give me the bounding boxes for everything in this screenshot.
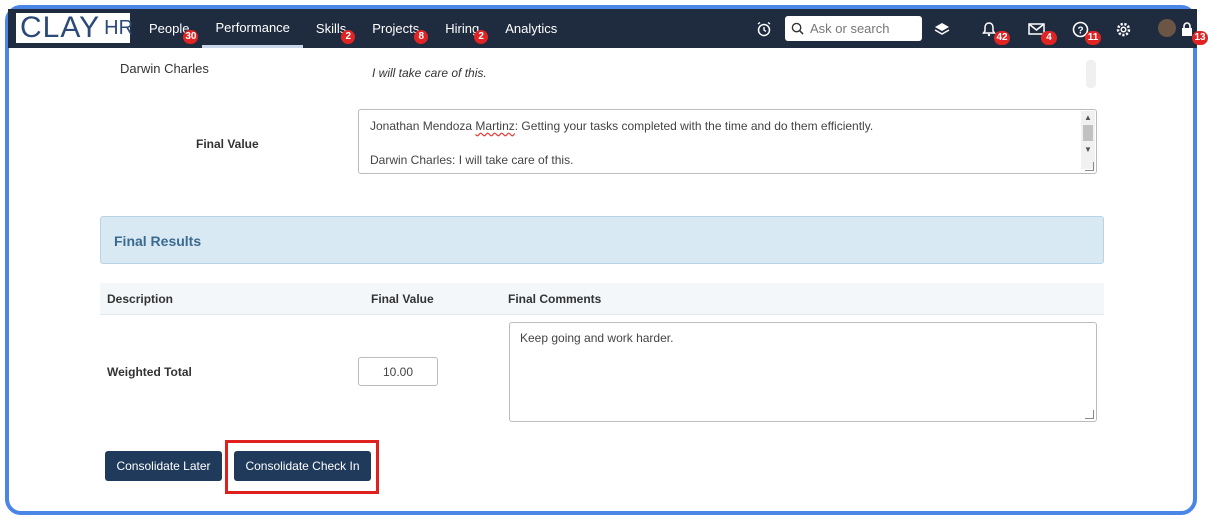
search-input[interactable] (808, 20, 922, 37)
projects-count-badge: 8 (414, 30, 429, 44)
scroll-up-icon[interactable]: ▲ (1084, 113, 1092, 122)
nav-hiring[interactable]: Hiring 2 (432, 9, 492, 48)
top-navigation-bar: CLAY HR People 30 Performance Skills 2 P… (8, 9, 1208, 48)
notifications-badge: 42 (994, 31, 1010, 45)
gear-icon[interactable] (1112, 19, 1134, 39)
nav-analytics[interactable]: Analytics (492, 9, 570, 48)
clayhr-logo[interactable]: CLAY HR (16, 11, 134, 44)
notifications-bell-icon[interactable]: 42 (978, 19, 1010, 45)
toolbar-right: 42 4 ? 11 13 (748, 9, 1208, 48)
scroll-thumb[interactable] (1083, 125, 1093, 141)
consolidate-later-button[interactable]: Consolidate Later (105, 451, 222, 481)
commenter-comment: I will take care of this. (372, 66, 487, 80)
logo-subtext: HR (104, 17, 134, 39)
commenter-name: Darwin Charles (120, 61, 209, 76)
logo-text: CLAY (20, 11, 101, 44)
final-value-line-1: Jonathan Mendoza Martinz: Getting your t… (370, 119, 873, 133)
resize-handle-icon[interactable] (1085, 162, 1094, 171)
layers-icon[interactable] (931, 19, 953, 39)
hiring-count-badge: 2 (474, 30, 489, 44)
help-badge: 11 (1085, 31, 1101, 45)
line1-misspelled-word: Martinz (475, 119, 515, 133)
line1-suffix: : Getting your tasks completed with the … (514, 119, 874, 133)
search-box[interactable] (785, 16, 922, 41)
user-avatar[interactable] (1158, 19, 1176, 37)
nav-performance-label: Performance (215, 19, 290, 35)
final-comments-text: Keep going and work harder. (520, 331, 674, 345)
column-final-value: Final Value (371, 292, 434, 306)
final-results-panel: Final Results (100, 216, 1104, 264)
line1-prefix: Jonathan Mendoza (370, 119, 476, 133)
scrollbar-stub[interactable] (1086, 60, 1096, 88)
help-icon[interactable]: ? 11 (1069, 19, 1101, 45)
comments-resize-handle-icon[interactable] (1085, 410, 1094, 419)
weighted-total-label: Weighted Total (107, 365, 192, 379)
skills-count-badge: 2 (341, 30, 356, 44)
nav-projects[interactable]: Projects 8 (359, 9, 432, 48)
nav-performance[interactable]: Performance (202, 9, 303, 48)
people-count-badge: 30 (183, 30, 199, 44)
final-value-line-2: Darwin Charles: I will take care of this… (370, 153, 574, 167)
profile-badge: 13 (1192, 31, 1208, 45)
nav-people[interactable]: People 30 (136, 9, 202, 48)
final-value-label: Final Value (196, 137, 259, 151)
lock-icon[interactable]: 13 (1176, 19, 1208, 45)
final-results-title: Final Results (114, 233, 202, 249)
messages-badge: 4 (1041, 31, 1057, 45)
svg-text:?: ? (1077, 25, 1083, 36)
nav-analytics-label: Analytics (505, 21, 558, 36)
envelope-icon[interactable]: 4 (1025, 19, 1057, 45)
alarm-clock-icon[interactable] (753, 19, 775, 39)
scroll-down-icon[interactable]: ▼ (1084, 145, 1092, 154)
search-icon (791, 22, 804, 35)
weighted-total-input[interactable]: 10.00 (358, 357, 438, 386)
final-comments-textarea[interactable]: Keep going and work harder. (509, 322, 1097, 422)
final-value-textarea[interactable]: Jonathan Mendoza Martinz: Getting your t… (358, 109, 1097, 174)
highlight-box (225, 440, 379, 494)
nav-skills[interactable]: Skills 2 (303, 9, 359, 48)
column-final-comments: Final Comments (508, 292, 602, 306)
nav-projects-label: Projects (372, 21, 420, 36)
results-table-header: Description Final Value Final Comments (100, 283, 1104, 315)
main-nav: People 30 Performance Skills 2 Projects … (136, 9, 570, 48)
textarea-scrollbar[interactable]: ▲ ▼ (1081, 111, 1095, 169)
column-description: Description (107, 292, 174, 306)
